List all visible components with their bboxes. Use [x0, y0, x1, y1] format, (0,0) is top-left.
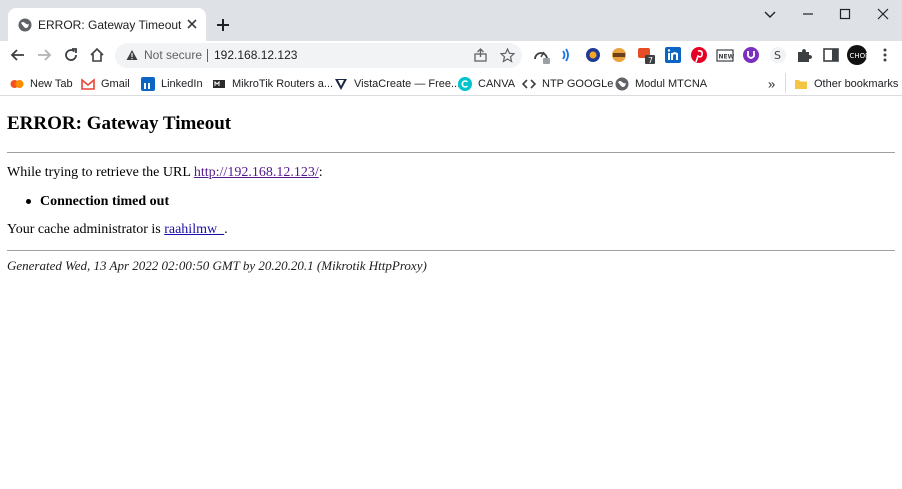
bookmarks-overflow-button[interactable]: »: [768, 75, 775, 91]
retrieve-url-link[interactable]: http://192.168.12.123/: [194, 165, 319, 180]
new-tab-icon: [10, 79, 24, 88]
browser-toolbar: Not secure 192.168.12.123 7 NEW S CHO: [0, 41, 902, 70]
error-reason-text: Connection timed out: [40, 194, 170, 209]
page-content: ERROR: Gateway Timeout While trying to r…: [0, 97, 902, 489]
globe-favicon-icon: [18, 18, 32, 32]
list-bullet: [26, 199, 31, 205]
linkedin-extension-icon[interactable]: [664, 46, 682, 64]
other-bookmarks-folder[interactable]: Other bookmarks: [794, 75, 898, 91]
omnibox-separator: [207, 49, 208, 62]
active-tab[interactable]: ERROR: Gateway Timeout: [8, 8, 206, 41]
address-bar[interactable]: Not secure 192.168.12.123: [115, 43, 522, 68]
url-text[interactable]: 192.168.12.123: [214, 48, 297, 62]
audio-waves-extension-icon[interactable]: [557, 46, 575, 64]
share-icon[interactable]: [473, 48, 488, 63]
minimize-icon[interactable]: [800, 6, 816, 22]
close-tab-icon[interactable]: [186, 18, 198, 30]
cache-admin-paragraph: Your cache administrator is raahilmw_.: [7, 222, 228, 238]
close-window-icon[interactable]: [875, 6, 891, 22]
retrieve-prefix-text: While trying to retrieve the URL: [7, 165, 194, 180]
ntp-icon: [522, 79, 536, 89]
vistacreate-icon: [335, 78, 347, 90]
warning-triangle-icon[interactable]: [126, 49, 138, 61]
tab-title: ERROR: Gateway Timeout: [38, 18, 182, 32]
bookmarks-divider: [785, 73, 786, 93]
other-bookmarks-label: Other bookmarks: [814, 77, 899, 90]
svg-text:S: S: [774, 49, 781, 62]
folder-icon: [795, 79, 807, 89]
bookmarks-bar: New Tab Gmail LinkedIn MikroTik Routers …: [0, 70, 902, 96]
forward-arrow-icon[interactable]: [35, 46, 53, 64]
horizontal-rule-top: [7, 152, 895, 153]
bookmark-modul-mtcna[interactable]: Modul MTCNA: [615, 75, 707, 91]
bookmark-ntp-google[interactable]: NTP GOOGLe: [522, 75, 613, 91]
generated-footer: Generated Wed, 13 Apr 2022 02:00:50 GMT …: [7, 258, 427, 273]
svg-text:NEW: NEW: [719, 54, 735, 61]
retrieve-url-paragraph: While trying to retrieve the URL http://…: [7, 165, 323, 181]
page-heading: ERROR: Gateway Timeout: [7, 113, 232, 134]
tab-search-chevron-icon[interactable]: [762, 6, 778, 22]
tab-strip: ERROR: Gateway Timeout: [0, 0, 902, 41]
speed-dial-extension-icon[interactable]: [532, 46, 550, 64]
orb-extension-icon[interactable]: [584, 46, 602, 64]
bookmark-label: New Tab: [30, 77, 73, 90]
profile-avatar-icon[interactable]: CHOP: [847, 45, 867, 65]
bookmark-label: MikroTik Routers a...: [232, 77, 334, 90]
new-tab-plus-icon[interactable]: [214, 16, 232, 34]
kebab-menu-icon[interactable]: [876, 46, 894, 64]
globe-icon: [615, 77, 629, 91]
linkedin-icon: [141, 76, 155, 91]
apps-badge-extension-icon[interactable]: 7: [637, 46, 655, 64]
bookmark-mikrotik[interactable]: MikroTik Routers a...: [212, 75, 333, 91]
maximize-icon[interactable]: [837, 6, 853, 22]
s-extension-icon[interactable]: S: [769, 46, 787, 64]
bookmark-linkedin[interactable]: LinkedIn: [141, 75, 203, 91]
home-icon[interactable]: [88, 46, 106, 64]
bookmark-vistacreate[interactable]: VistaCreate — Free...: [334, 75, 460, 91]
cookie-extension-icon[interactable]: [610, 46, 628, 64]
news-extension-icon[interactable]: NEW: [716, 46, 734, 64]
pinterest-extension-icon[interactable]: [690, 46, 708, 64]
reload-icon[interactable]: [62, 46, 80, 64]
admin-prefix-text: Your cache administrator is: [7, 222, 165, 237]
purple-u-extension-icon[interactable]: [742, 46, 760, 64]
svg-text:7: 7: [648, 56, 653, 64]
not-secure-label[interactable]: Not secure: [144, 48, 202, 62]
canva-icon: [458, 76, 472, 91]
cache-admin-link[interactable]: raahilmw_: [164, 222, 224, 237]
back-arrow-icon[interactable]: [9, 46, 27, 64]
gmail-icon: [81, 78, 95, 90]
bookmark-label: VistaCreate — Free...: [354, 77, 461, 90]
mikrotik-icon: [213, 79, 225, 88]
admin-suffix-text: .: [224, 222, 228, 237]
bookmark-label: LinkedIn: [161, 77, 203, 90]
error-list-item: Connection timed out: [26, 194, 169, 210]
bookmark-canva[interactable]: CANVA: [458, 75, 515, 91]
bookmark-label: Gmail: [101, 77, 130, 90]
bookmark-label: Modul MTCNA: [635, 77, 708, 90]
double-chevron-icon: »: [768, 76, 776, 92]
side-panel-icon[interactable]: [822, 46, 840, 64]
retrieve-suffix-text: :: [318, 165, 323, 180]
bookmark-label: CANVA: [478, 77, 516, 90]
svg-text:CHOP: CHOP: [850, 52, 868, 60]
bookmark-gmail[interactable]: Gmail: [81, 75, 130, 91]
bookmark-star-icon[interactable]: [500, 48, 515, 63]
bookmark-new-tab[interactable]: New Tab: [10, 75, 73, 91]
horizontal-rule-bottom: [7, 250, 895, 251]
extensions-puzzle-icon[interactable]: [795, 46, 813, 64]
bookmark-label: NTP GOOGLe: [542, 77, 614, 90]
